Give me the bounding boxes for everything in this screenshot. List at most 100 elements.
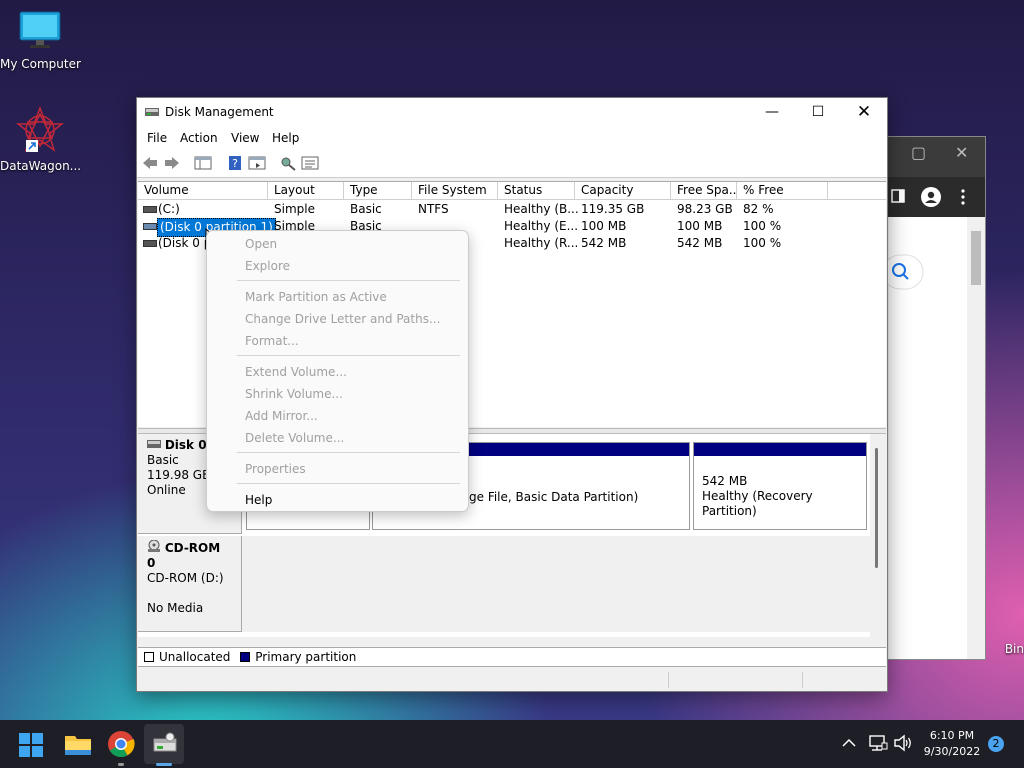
hard-disk-icon xyxy=(147,440,161,448)
kebab-menu-icon[interactable] xyxy=(961,189,965,205)
system-clock[interactable]: 6:10 PM 9/30/2022 xyxy=(920,728,984,760)
menu-item-open[interactable]: Open xyxy=(245,237,277,251)
help-icon[interactable]: ? xyxy=(226,155,244,171)
column-headers: Volume Layout Type File System Status Ca… xyxy=(138,182,886,200)
menu-action[interactable]: Action xyxy=(180,131,218,145)
network-icon[interactable] xyxy=(868,734,888,752)
partition-recovery-status: Healthy (Recovery Partition) xyxy=(702,489,813,518)
active-running-indicator xyxy=(156,763,172,766)
chevron-up-icon[interactable] xyxy=(842,738,856,748)
menu-item-delete-volume[interactable]: Delete Volume... xyxy=(245,431,344,445)
disk-0-name: Disk 0 xyxy=(164,438,207,452)
windows-start-icon[interactable] xyxy=(18,732,44,758)
notification-badge[interactable]: 2 xyxy=(988,736,1004,752)
volume-layout: Simple xyxy=(274,202,315,216)
background-browser-window[interactable]: ▢ ✕ xyxy=(880,136,986,660)
file-explorer-icon[interactable] xyxy=(63,729,93,759)
volume-pct-free: 100 % xyxy=(743,219,782,233)
menu-item-change-drive-letter[interactable]: Change Drive Letter and Paths... xyxy=(245,312,440,326)
clock-time: 6:10 PM xyxy=(929,729,975,742)
primary-partition-swatch xyxy=(240,652,251,662)
context-menu: Open Explore Mark Partition as Active Ch… xyxy=(206,230,469,512)
legend-bar: Unallocated Primary partition xyxy=(138,647,886,667)
svg-text:?: ? xyxy=(232,157,238,170)
menu-file[interactable]: File xyxy=(147,131,167,145)
datawagon-desktop-icon[interactable]: DataWagon... xyxy=(0,105,82,173)
col-header-status[interactable]: Status xyxy=(498,182,575,200)
monitor-icon xyxy=(19,11,61,48)
maximize-icon[interactable]: ▢ xyxy=(911,143,926,162)
col-header-layout[interactable]: Layout xyxy=(268,182,344,200)
close-icon[interactable]: ✕ xyxy=(955,143,968,162)
volume-capacity: 542 MB xyxy=(581,236,627,250)
maximize-button[interactable]: ☐ xyxy=(795,98,841,128)
volume-name: (C:) xyxy=(158,202,180,216)
my-computer-desktop-icon[interactable]: My Computer xyxy=(0,8,81,71)
disk-management-icon xyxy=(145,108,159,116)
col-header-volume[interactable]: Volume xyxy=(138,182,268,200)
cd-rom-icon xyxy=(148,539,160,552)
volume-pct-free: 82 % xyxy=(743,202,774,216)
profile-icon[interactable] xyxy=(921,187,941,207)
cdrom-0-label[interactable]: CD-ROM 0 CD-ROM (D:) No Media xyxy=(138,536,242,632)
console-tree-icon[interactable] xyxy=(194,155,212,171)
volume-free: 100 MB xyxy=(677,219,723,233)
search-icon xyxy=(883,254,924,290)
browser-titlebar: ▢ ✕ xyxy=(881,137,985,177)
col-header-filesystem[interactable]: File System xyxy=(412,182,498,200)
disk-management-taskbar-icon[interactable] xyxy=(150,729,180,759)
forward-arrow-icon[interactable] xyxy=(163,155,181,171)
datawagon-label: DataWagon... xyxy=(0,159,82,173)
menu-view[interactable]: View xyxy=(231,131,259,145)
volume-pct-free: 100 % xyxy=(743,236,782,250)
taskbar: 6:10 PM 9/30/2022 2 xyxy=(0,720,1024,768)
speaker-icon[interactable] xyxy=(893,734,913,752)
minimize-button[interactable]: — xyxy=(749,98,795,128)
col-header-type[interactable]: Type xyxy=(344,182,412,200)
recycle-bin-desktop-icon[interactable]: Bin xyxy=(968,596,1024,656)
partition-recovery[interactable]: 542 MB Healthy (Recovery Partition) xyxy=(693,442,867,530)
menu-item-add-mirror[interactable]: Add Mirror... xyxy=(245,409,318,423)
legend-unallocated: Unallocated xyxy=(159,650,231,664)
col-header-free-space[interactable]: Free Spa... xyxy=(671,182,737,200)
disk-view-scrollbar[interactable] xyxy=(870,434,886,637)
my-computer-label: My Computer xyxy=(0,57,81,71)
menu-item-properties[interactable]: Properties xyxy=(245,462,306,476)
show-hide-icon[interactable] xyxy=(248,155,266,171)
connect-icon[interactable] xyxy=(279,155,297,171)
menu-item-mark-active[interactable]: Mark Partition as Active xyxy=(245,290,387,304)
menu-item-format[interactable]: Format... xyxy=(245,334,299,348)
window-titlebar[interactable]: Disk Management — ☐ ✕ xyxy=(137,98,887,128)
table-row[interactable]: (C:) Simple Basic NTFS Healthy (B... 119… xyxy=(138,201,886,218)
close-button[interactable]: ✕ xyxy=(841,98,887,128)
status-bar xyxy=(138,670,886,690)
menu-item-help[interactable]: Help xyxy=(245,493,272,507)
menu-item-shrink-volume[interactable]: Shrink Volume... xyxy=(245,387,343,401)
cdrom-empty-area xyxy=(242,536,870,632)
volume-capacity: 100 MB xyxy=(581,219,627,233)
datawagon-logo-icon xyxy=(15,105,65,152)
properties-icon[interactable] xyxy=(301,155,319,171)
partition-bar xyxy=(694,443,866,456)
col-header-capacity[interactable]: Capacity xyxy=(575,182,671,200)
menu-item-extend-volume[interactable]: Extend Volume... xyxy=(245,365,347,379)
chrome-icon[interactable] xyxy=(106,729,136,759)
sidebar-icon[interactable] xyxy=(891,189,905,203)
cdrom-0-type: CD-ROM (D:) xyxy=(147,571,224,585)
menu-bar: File Action View Help xyxy=(137,128,887,150)
chrome-running-indicator xyxy=(118,763,124,766)
menu-help[interactable]: Help xyxy=(272,131,299,145)
col-header-empty xyxy=(828,182,886,200)
unallocated-swatch xyxy=(144,652,154,662)
browser-scrollbar[interactable] xyxy=(967,217,985,659)
volume-status: Healthy (B... xyxy=(504,202,579,216)
legend-primary: Primary partition xyxy=(255,650,357,664)
volume-capacity: 119.35 GB xyxy=(581,202,645,216)
back-arrow-icon[interactable] xyxy=(141,155,159,171)
window-title: Disk Management xyxy=(165,105,274,119)
volume-status: Healthy (R... xyxy=(504,236,579,250)
volume-icon xyxy=(143,223,157,230)
toolbar: ? xyxy=(137,150,887,178)
menu-item-explore[interactable]: Explore xyxy=(245,259,290,273)
col-header-percent-free[interactable]: % Free xyxy=(737,182,828,200)
